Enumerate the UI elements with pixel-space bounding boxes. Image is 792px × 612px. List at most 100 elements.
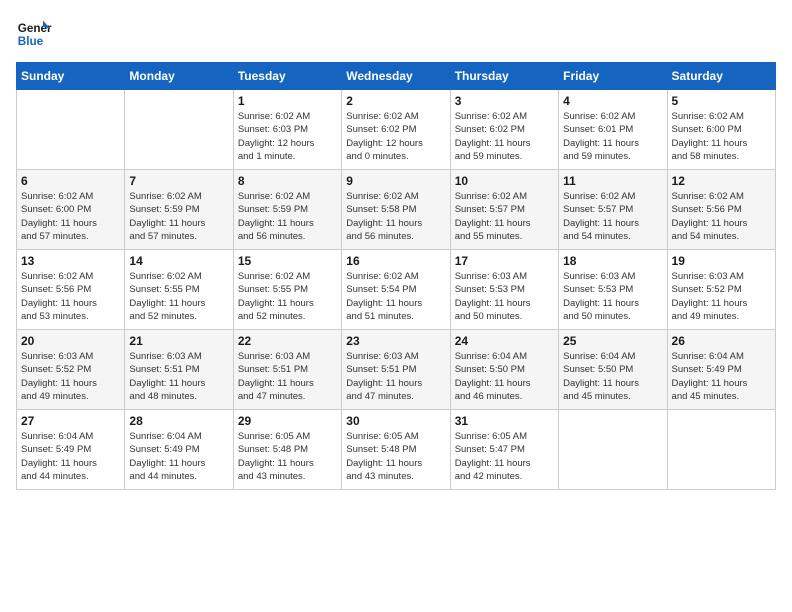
- day-info: Sunrise: 6:02 AM Sunset: 5:56 PM Dayligh…: [21, 270, 120, 323]
- calendar-cell: 28Sunrise: 6:04 AM Sunset: 5:49 PM Dayli…: [125, 410, 233, 490]
- day-info: Sunrise: 6:04 AM Sunset: 5:49 PM Dayligh…: [672, 350, 771, 403]
- day-info: Sunrise: 6:02 AM Sunset: 5:56 PM Dayligh…: [672, 190, 771, 243]
- calendar-cell: [125, 90, 233, 170]
- day-number: 17: [455, 254, 554, 268]
- day-number: 11: [563, 174, 662, 188]
- day-info: Sunrise: 6:04 AM Sunset: 5:50 PM Dayligh…: [455, 350, 554, 403]
- day-number: 26: [672, 334, 771, 348]
- day-info: Sunrise: 6:03 AM Sunset: 5:51 PM Dayligh…: [346, 350, 445, 403]
- day-number: 6: [21, 174, 120, 188]
- calendar-cell: 27Sunrise: 6:04 AM Sunset: 5:49 PM Dayli…: [17, 410, 125, 490]
- day-info: Sunrise: 6:02 AM Sunset: 6:01 PM Dayligh…: [563, 110, 662, 163]
- day-number: 23: [346, 334, 445, 348]
- day-info: Sunrise: 6:04 AM Sunset: 5:50 PM Dayligh…: [563, 350, 662, 403]
- day-info: Sunrise: 6:05 AM Sunset: 5:48 PM Dayligh…: [238, 430, 337, 483]
- calendar-cell: 8 Sunrise: 6:02 AM Sunset: 5:59 PM Daylig…: [233, 170, 341, 250]
- day-number: 25: [563, 334, 662, 348]
- day-number: 5: [672, 94, 771, 108]
- day-number: 22: [238, 334, 337, 348]
- calendar-cell: 18 Sunrise: 6:03 AM Sunset: 5:53 PM Dayli…: [559, 250, 667, 330]
- calendar-cell: 9 Sunrise: 6:02 AM Sunset: 5:58 PM Daylig…: [342, 170, 450, 250]
- calendar-cell: 4 Sunrise: 6:02 AM Sunset: 6:01 PM Daylig…: [559, 90, 667, 170]
- calendar-cell: [17, 90, 125, 170]
- day-number: 8: [238, 174, 337, 188]
- calendar-table: SundayMondayTuesdayWednesdayThursdayFrid…: [16, 62, 776, 490]
- day-header-wednesday: Wednesday: [342, 63, 450, 90]
- svg-text:Blue: Blue: [18, 35, 44, 48]
- day-info: Sunrise: 6:03 AM Sunset: 5:51 PM Dayligh…: [238, 350, 337, 403]
- calendar-cell: 26 Sunrise: 6:04 AM Sunset: 5:49 PM Dayli…: [667, 330, 775, 410]
- calendar-cell: [559, 410, 667, 490]
- day-header-monday: Monday: [125, 63, 233, 90]
- day-number: 19: [672, 254, 771, 268]
- day-number: 21: [129, 334, 228, 348]
- day-info: Sunrise: 6:03 AM Sunset: 5:53 PM Dayligh…: [563, 270, 662, 323]
- day-number: 9: [346, 174, 445, 188]
- logo: General Blue: [16, 16, 52, 52]
- day-header-friday: Friday: [559, 63, 667, 90]
- calendar-cell: 23 Sunrise: 6:03 AM Sunset: 5:51 PM Dayli…: [342, 330, 450, 410]
- calendar-cell: 15 Sunrise: 6:02 AM Sunset: 5:55 PM Dayli…: [233, 250, 341, 330]
- day-info: Sunrise: 6:03 AM Sunset: 5:51 PM Dayligh…: [129, 350, 228, 403]
- day-header-tuesday: Tuesday: [233, 63, 341, 90]
- calendar-cell: 11 Sunrise: 6:02 AM Sunset: 5:57 PM Dayli…: [559, 170, 667, 250]
- calendar-cell: 16Sunrise: 6:02 AM Sunset: 5:54 PM Dayli…: [342, 250, 450, 330]
- day-number: 12: [672, 174, 771, 188]
- calendar-cell: 22 Sunrise: 6:03 AM Sunset: 5:51 PM Dayli…: [233, 330, 341, 410]
- calendar-cell: 14 Sunrise: 6:02 AM Sunset: 5:55 PM Dayli…: [125, 250, 233, 330]
- calendar-cell: 25 Sunrise: 6:04 AM Sunset: 5:50 PM Dayli…: [559, 330, 667, 410]
- day-info: Sunrise: 6:04 AM Sunset: 5:49 PM Dayligh…: [21, 430, 120, 483]
- day-number: 4: [563, 94, 662, 108]
- calendar-cell: 31 Sunrise: 6:05 AM Sunset: 5:47 PM Dayli…: [450, 410, 558, 490]
- day-info: Sunrise: 6:02 AM Sunset: 5:57 PM Dayligh…: [563, 190, 662, 243]
- day-header-sunday: Sunday: [17, 63, 125, 90]
- calendar-cell: 5 Sunrise: 6:02 AM Sunset: 6:00 PM Daylig…: [667, 90, 775, 170]
- day-number: 15: [238, 254, 337, 268]
- calendar-cell: 13 Sunrise: 6:02 AM Sunset: 5:56 PM Dayli…: [17, 250, 125, 330]
- day-number: 16: [346, 254, 445, 268]
- day-info: Sunrise: 6:02 AM Sunset: 5:59 PM Dayligh…: [129, 190, 228, 243]
- logo-icon: General Blue: [16, 16, 52, 52]
- day-info: Sunrise: 6:05 AM Sunset: 5:48 PM Dayligh…: [346, 430, 445, 483]
- day-number: 1: [238, 94, 337, 108]
- day-number: 14: [129, 254, 228, 268]
- day-info: Sunrise: 6:02 AM Sunset: 5:55 PM Dayligh…: [238, 270, 337, 323]
- day-info: Sunrise: 6:03 AM Sunset: 5:52 PM Dayligh…: [672, 270, 771, 323]
- calendar-cell: 29 Sunrise: 6:05 AM Sunset: 5:48 PM Dayli…: [233, 410, 341, 490]
- calendar-cell: 12 Sunrise: 6:02 AM Sunset: 5:56 PM Dayli…: [667, 170, 775, 250]
- day-number: 7: [129, 174, 228, 188]
- calendar-cell: 20 Sunrise: 6:03 AM Sunset: 5:52 PM Dayli…: [17, 330, 125, 410]
- day-info: Sunrise: 6:03 AM Sunset: 5:53 PM Dayligh…: [455, 270, 554, 323]
- day-header-thursday: Thursday: [450, 63, 558, 90]
- day-number: 29: [238, 414, 337, 428]
- day-number: 24: [455, 334, 554, 348]
- day-number: 30: [346, 414, 445, 428]
- day-info: Sunrise: 6:02 AM Sunset: 5:59 PM Dayligh…: [238, 190, 337, 243]
- day-info: Sunrise: 6:02 AM Sunset: 6:00 PM Dayligh…: [21, 190, 120, 243]
- day-info: Sunrise: 6:02 AM Sunset: 5:55 PM Dayligh…: [129, 270, 228, 323]
- calendar-cell: 10Sunrise: 6:02 AM Sunset: 5:57 PM Dayli…: [450, 170, 558, 250]
- day-info: Sunrise: 6:02 AM Sunset: 6:02 PM Dayligh…: [455, 110, 554, 163]
- calendar-cell: 17 Sunrise: 6:03 AM Sunset: 5:53 PM Dayli…: [450, 250, 558, 330]
- calendar-cell: 30 Sunrise: 6:05 AM Sunset: 5:48 PM Dayli…: [342, 410, 450, 490]
- day-number: 28: [129, 414, 228, 428]
- day-info: Sunrise: 6:02 AM Sunset: 6:03 PM Dayligh…: [238, 110, 337, 163]
- day-info: Sunrise: 6:05 AM Sunset: 5:47 PM Dayligh…: [455, 430, 554, 483]
- svg-text:General: General: [18, 22, 52, 35]
- calendar-cell: 7 Sunrise: 6:02 AM Sunset: 5:59 PM Daylig…: [125, 170, 233, 250]
- day-number: 31: [455, 414, 554, 428]
- calendar-cell: [667, 410, 775, 490]
- calendar-cell: 21 Sunrise: 6:03 AM Sunset: 5:51 PM Dayli…: [125, 330, 233, 410]
- day-header-saturday: Saturday: [667, 63, 775, 90]
- day-info: Sunrise: 6:02 AM Sunset: 5:58 PM Dayligh…: [346, 190, 445, 243]
- day-number: 13: [21, 254, 120, 268]
- calendar-cell: 24 Sunrise: 6:04 AM Sunset: 5:50 PM Dayli…: [450, 330, 558, 410]
- day-info: Sunrise: 6:02 AM Sunset: 6:02 PM Dayligh…: [346, 110, 445, 163]
- day-number: 20: [21, 334, 120, 348]
- calendar-cell: 1 Sunrise: 6:02 AM Sunset: 6:03 PM Daylig…: [233, 90, 341, 170]
- day-number: 18: [563, 254, 662, 268]
- calendar-cell: 6 Sunrise: 6:02 AM Sunset: 6:00 PM Daylig…: [17, 170, 125, 250]
- day-info: Sunrise: 6:03 AM Sunset: 5:52 PM Dayligh…: [21, 350, 120, 403]
- calendar-cell: 2Sunrise: 6:02 AM Sunset: 6:02 PM Daylig…: [342, 90, 450, 170]
- day-info: Sunrise: 6:02 AM Sunset: 6:00 PM Dayligh…: [672, 110, 771, 163]
